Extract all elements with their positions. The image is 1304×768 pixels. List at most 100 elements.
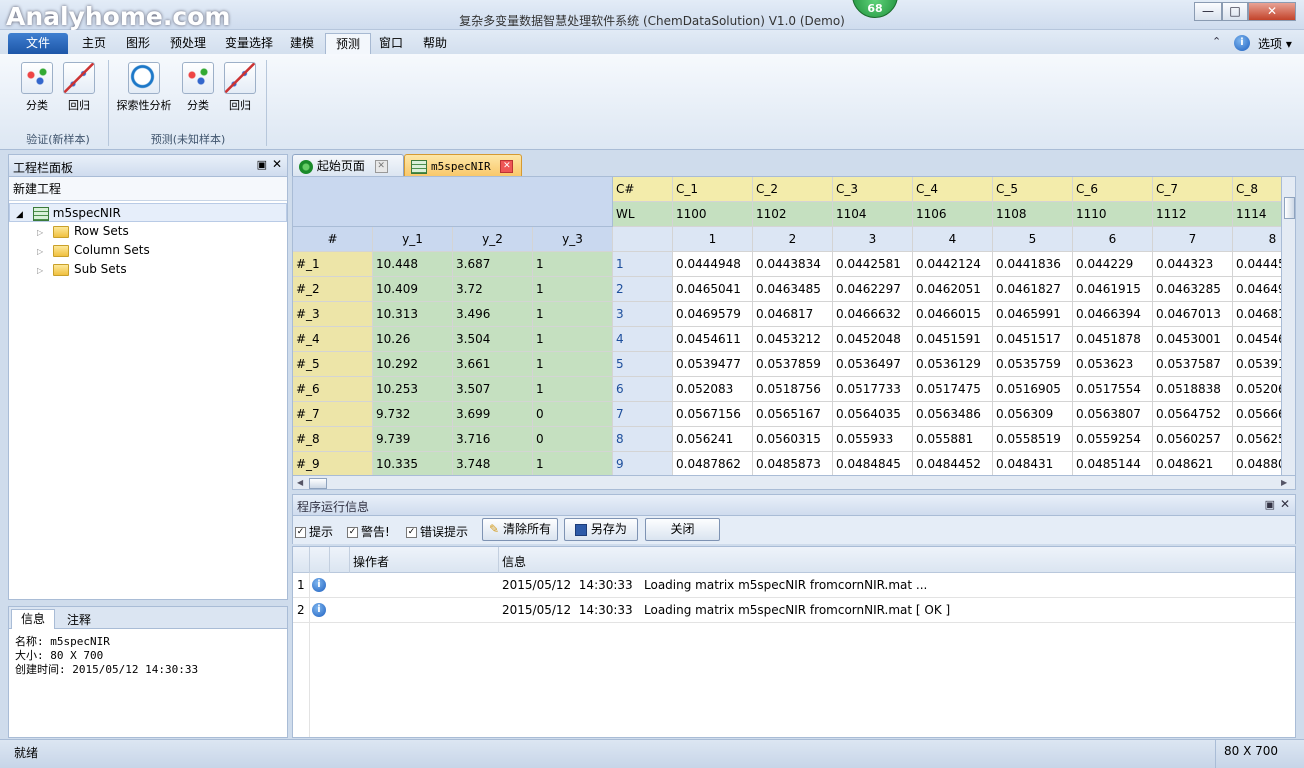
predict-regression-button[interactable]: 回归 xyxy=(218,62,262,113)
column-name-cell[interactable]: C_4 xyxy=(913,177,993,202)
spectrum-value-cell[interactable]: 0.0451517 xyxy=(993,327,1073,352)
column-name-cell[interactable]: C_1 xyxy=(673,177,753,202)
row-index-cell[interactable]: 9 xyxy=(613,452,673,477)
spectrum-value-cell[interactable]: 0.0536129 xyxy=(913,352,993,377)
row-index-cell[interactable]: 4 xyxy=(613,327,673,352)
column-index-header[interactable]: 2 xyxy=(753,227,833,252)
spectrum-value-cell[interactable]: 0.0516905 xyxy=(993,377,1073,402)
spectrum-value-cell[interactable]: 0.0442581 xyxy=(833,252,913,277)
row-id-cell[interactable]: #_2 xyxy=(293,277,373,302)
column-name-cell[interactable]: C_2 xyxy=(753,177,833,202)
tab-modeling[interactable]: 建模 xyxy=(280,33,324,54)
y-value-cell[interactable]: 3.72 xyxy=(453,277,533,302)
column-name-cell[interactable]: C_7 xyxy=(1153,177,1233,202)
spectrum-value-cell[interactable]: 0.0453001 xyxy=(1153,327,1233,352)
y-value-cell[interactable]: 0 xyxy=(533,402,613,427)
spectrum-value-cell[interactable]: 0.0443834 xyxy=(753,252,833,277)
spectrum-value-cell[interactable]: 0.0463485 xyxy=(753,277,833,302)
spectrum-value-cell[interactable]: 0.0536497 xyxy=(833,352,913,377)
collapse-ribbon-icon[interactable]: ⌃ xyxy=(1212,35,1221,48)
spectrum-value-cell[interactable]: 0.044323 xyxy=(1153,252,1233,277)
validate-regression-button[interactable]: 回归 xyxy=(57,62,101,113)
y-value-cell[interactable]: 1 xyxy=(533,352,613,377)
checkbox-info[interactable]: ✓ 提示 xyxy=(295,523,333,540)
spectrum-value-cell[interactable]: 0.0484452 xyxy=(913,452,993,477)
options-menu[interactable]: 选项 ▾ xyxy=(1258,35,1292,52)
row-index-cell[interactable]: 6 xyxy=(613,377,673,402)
tab-m5specnir[interactable]: m5specNIR ✕ xyxy=(404,154,522,176)
row-id-cell[interactable]: #_4 xyxy=(293,327,373,352)
y-value-cell[interactable]: 10.26 xyxy=(373,327,453,352)
info-icon[interactable]: i xyxy=(1234,35,1250,51)
y-value-cell[interactable]: 10.313 xyxy=(373,302,453,327)
y-value-cell[interactable]: 10.409 xyxy=(373,277,453,302)
spectrum-value-cell[interactable]: 0.055881 xyxy=(913,427,993,452)
tree-item-column-sets[interactable]: ▷ Column Sets xyxy=(9,241,287,260)
row-id-cell[interactable]: #_8 xyxy=(293,427,373,452)
y-value-cell[interactable]: 1 xyxy=(533,377,613,402)
collapse-arrow-icon[interactable]: ◢ xyxy=(16,210,23,220)
row-index-cell[interactable]: 3 xyxy=(613,302,673,327)
y-value-cell[interactable]: 9.732 xyxy=(373,402,453,427)
checkbox-warning[interactable]: ✓ 警告! xyxy=(347,523,390,540)
expand-arrow-icon[interactable]: ▷ xyxy=(37,228,43,237)
spectrum-value-cell[interactable]: 0.0560315 xyxy=(753,427,833,452)
spectrum-value-cell[interactable]: 0.0563486 xyxy=(913,402,993,427)
column-name-cell[interactable]: C_3 xyxy=(833,177,913,202)
spectrum-value-cell[interactable]: 0.0485873 xyxy=(753,452,833,477)
tree-item-sub-sets[interactable]: ▷ Sub Sets xyxy=(9,260,287,279)
spectrum-value-cell[interactable]: 0.0451878 xyxy=(1073,327,1153,352)
spectrum-value-cell[interactable]: 0.0461915 xyxy=(1073,277,1153,302)
close-tab-icon[interactable]: ✕ xyxy=(500,160,514,173)
spectrum-value-cell[interactable]: 0.0565167 xyxy=(753,402,833,427)
scroll-thumb[interactable] xyxy=(1284,197,1295,219)
y-value-cell[interactable]: 1 xyxy=(533,327,613,352)
spectrum-value-cell[interactable]: 0.0465041 xyxy=(673,277,753,302)
column-header-y2[interactable]: y_2 xyxy=(453,227,533,252)
y-value-cell[interactable]: 3.496 xyxy=(453,302,533,327)
spectrum-value-cell[interactable]: 0.0451591 xyxy=(913,327,993,352)
tab-file[interactable]: 文件 xyxy=(8,33,68,54)
spectrum-value-cell[interactable]: 0.048621 xyxy=(1153,452,1233,477)
log-row[interactable]: 1 i 2015/05/12 14:30:33 Loading matrix m5sp… xyxy=(293,573,1295,598)
validate-classify-button[interactable]: 分类 xyxy=(15,62,59,113)
spectrum-value-cell[interactable]: 0.0564035 xyxy=(833,402,913,427)
close-log-button[interactable]: 关闭 xyxy=(645,518,720,541)
predict-classify-button[interactable]: 分类 xyxy=(176,62,220,113)
tab-start-page[interactable]: 起始页面 ✕ xyxy=(292,154,404,176)
spectrum-value-cell[interactable]: 0.0469579 xyxy=(673,302,753,327)
y-value-cell[interactable]: 3.716 xyxy=(453,427,533,452)
log-row[interactable]: 2 i 2015/05/12 14:30:33 Loading matrix m5sp… xyxy=(293,598,1295,623)
spectrum-value-cell[interactable]: 0.0518756 xyxy=(753,377,833,402)
tab-preprocess[interactable]: 预处理 xyxy=(160,33,216,54)
spectrum-value-cell[interactable]: 0.0564752 xyxy=(1153,402,1233,427)
float-panel-icon[interactable]: ▣ xyxy=(257,158,267,171)
tab-notes[interactable]: 注释 xyxy=(67,611,91,628)
spectrum-value-cell[interactable]: 0.0517733 xyxy=(833,377,913,402)
y-value-cell[interactable]: 1 xyxy=(533,277,613,302)
column-index-header[interactable]: 3 xyxy=(833,227,913,252)
spectrum-value-cell[interactable]: 0.0559254 xyxy=(1073,427,1153,452)
y-value-cell[interactable]: 10.253 xyxy=(373,377,453,402)
row-index-cell[interactable]: 7 xyxy=(613,402,673,427)
spectrum-value-cell[interactable]: 0.0517475 xyxy=(913,377,993,402)
column-index-header[interactable]: 5 xyxy=(993,227,1073,252)
tab-predict[interactable]: 预测 xyxy=(325,33,372,54)
clear-all-button[interactable]: ✎ 清除所有 xyxy=(482,518,558,541)
row-id-cell[interactable]: #_7 xyxy=(293,402,373,427)
close-tab-icon[interactable]: ✕ xyxy=(374,160,388,173)
spectrum-value-cell[interactable]: 0.056309 xyxy=(993,402,1073,427)
y-value-cell[interactable]: 3.504 xyxy=(453,327,533,352)
spectrum-value-cell[interactable]: 0.0462051 xyxy=(913,277,993,302)
row-id-cell[interactable]: #_6 xyxy=(293,377,373,402)
spectrum-value-cell[interactable]: 0.0444948 xyxy=(673,252,753,277)
spectrum-value-cell[interactable]: 0.0537587 xyxy=(1153,352,1233,377)
spectrum-value-cell[interactable]: 0.0539477 xyxy=(673,352,753,377)
expand-arrow-icon[interactable]: ▷ xyxy=(37,266,43,275)
row-id-cell[interactable]: #_1 xyxy=(293,252,373,277)
spectrum-value-cell[interactable]: 0.0441836 xyxy=(993,252,1073,277)
column-index-header[interactable]: 4 xyxy=(913,227,993,252)
row-id-cell[interactable]: #_9 xyxy=(293,452,373,477)
spectrum-value-cell[interactable]: 0.0454611 xyxy=(673,327,753,352)
column-index-header[interactable]: 6 xyxy=(1073,227,1153,252)
